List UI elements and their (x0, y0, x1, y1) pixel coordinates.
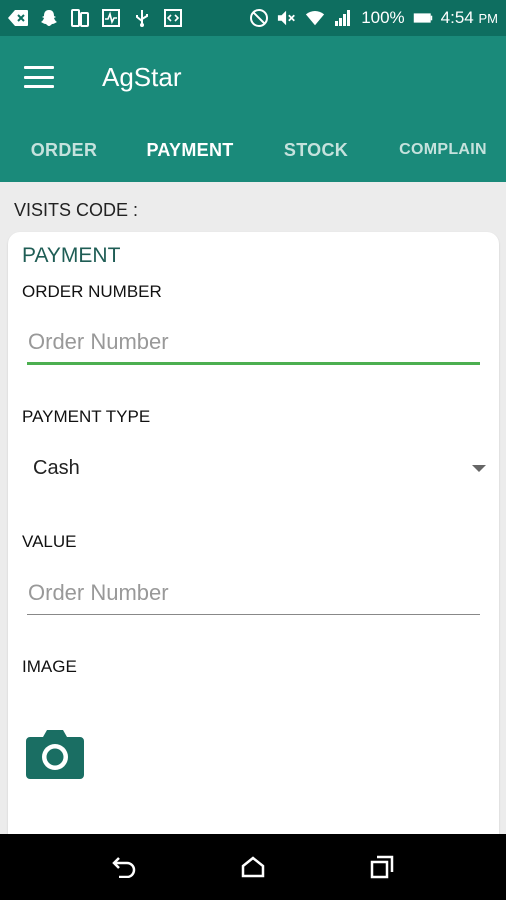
menu-icon[interactable] (24, 66, 54, 88)
visits-code-label: VISITS CODE : (14, 200, 139, 220)
battery-icon (413, 9, 433, 27)
payment-type-value: Cash (33, 456, 80, 479)
tab-bar: ORDER PAYMENT STOCK COMPLAIN (0, 118, 506, 182)
order-number-input[interactable]: Order Number (27, 321, 480, 365)
card-title: PAYMENT (22, 244, 121, 267)
tab-stock[interactable]: STOCK (252, 118, 380, 182)
do-not-disturb-icon (249, 9, 269, 27)
tablet-icon (70, 9, 90, 27)
battery-percent: 100% (361, 8, 405, 27)
usb-icon (132, 9, 152, 27)
nav-bar (0, 834, 506, 900)
app-bar: AgStar ORDER PAYMENT STOCK COMPLAIN (0, 36, 506, 182)
wifi-icon (305, 9, 325, 27)
status-bar: 100% 4:54 PM (0, 0, 506, 36)
clock-time: 4:54 (440, 8, 474, 27)
payment-type-select[interactable]: Cash (22, 446, 486, 490)
image-label: IMAGE (22, 657, 77, 676)
status-indicators: 100% 4:54 PM (249, 8, 498, 28)
clock: 4:54 PM (441, 8, 498, 28)
signal-icon (333, 9, 353, 27)
clock-ampm: PM (478, 11, 499, 26)
snapchat-icon (39, 9, 59, 27)
toolbar: AgStar (0, 36, 506, 118)
tab-payment[interactable]: PAYMENT (128, 118, 252, 182)
pulse-icon (101, 9, 121, 27)
mute-icon (277, 9, 297, 27)
tab-order[interactable]: ORDER (0, 118, 128, 182)
app-title: AgStar (102, 61, 182, 92)
back-arrow-icon (8, 9, 28, 27)
home-icon[interactable] (233, 847, 273, 887)
recents-icon[interactable] (362, 847, 402, 887)
back-icon[interactable] (104, 847, 144, 887)
payment-type-label: PAYMENT TYPE (22, 407, 151, 426)
order-number-label: ORDER NUMBER (22, 282, 162, 301)
dropdown-arrow-icon (472, 464, 486, 472)
code-icon (163, 9, 183, 27)
value-input[interactable]: Order Number (27, 571, 480, 615)
status-notifications (8, 9, 183, 27)
tab-complain[interactable]: COMPLAIN (380, 118, 506, 182)
camera-icon[interactable] (26, 727, 84, 779)
value-label: VALUE (22, 532, 77, 551)
payment-card: PAYMENT ORDER NUMBER Order Number PAYMEN… (8, 232, 499, 852)
